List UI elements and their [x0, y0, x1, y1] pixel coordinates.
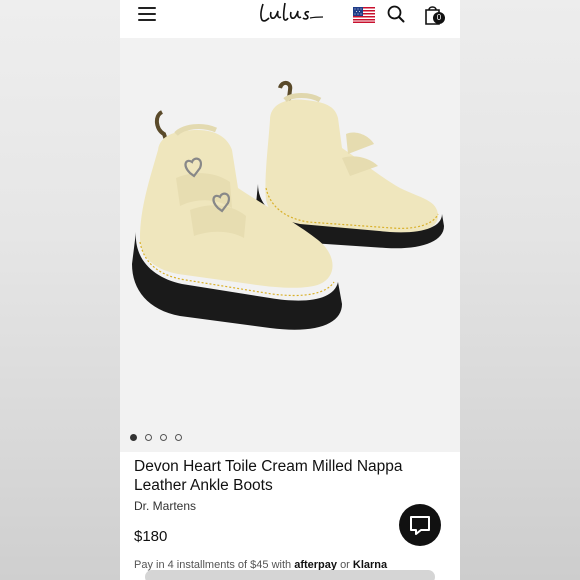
search-icon[interactable]	[387, 5, 405, 23]
pagination-dot-1[interactable]	[130, 434, 137, 441]
image-pagination-dots	[130, 434, 182, 442]
chat-button[interactable]	[399, 504, 441, 546]
left-background	[0, 0, 120, 580]
product-image	[132, 81, 444, 330]
hamburger-menu-icon[interactable]	[138, 7, 156, 23]
product-brand-link[interactable]: Dr. Martens	[134, 499, 196, 513]
product-title: Devon Heart Toile Cream Milled Nappa Lea…	[134, 457, 434, 495]
pagination-dot-3[interactable]	[160, 434, 167, 441]
right-background	[460, 0, 580, 580]
lulus-logo-svg	[260, 2, 324, 22]
product-image-gallery[interactable]	[120, 38, 460, 452]
mobile-page: 0 Devon Heart Toile Cream Milled Nappa L…	[120, 0, 460, 580]
browser-bottom-bar	[145, 570, 435, 580]
product-price: $180	[134, 528, 168, 545]
cart-count-badge: 0	[433, 12, 445, 24]
us-flag-icon[interactable]	[353, 7, 375, 23]
lulus-logo[interactable]	[257, 0, 325, 26]
pagination-dot-2[interactable]	[145, 434, 152, 441]
chat-icon	[410, 516, 430, 535]
product-title-line-2: Leather Ankle Boots	[134, 477, 273, 494]
site-header: 0	[120, 0, 460, 38]
product-title-line-1: Devon Heart Toile Cream Milled Nappa	[134, 458, 403, 475]
pagination-dot-4[interactable]	[175, 434, 182, 441]
